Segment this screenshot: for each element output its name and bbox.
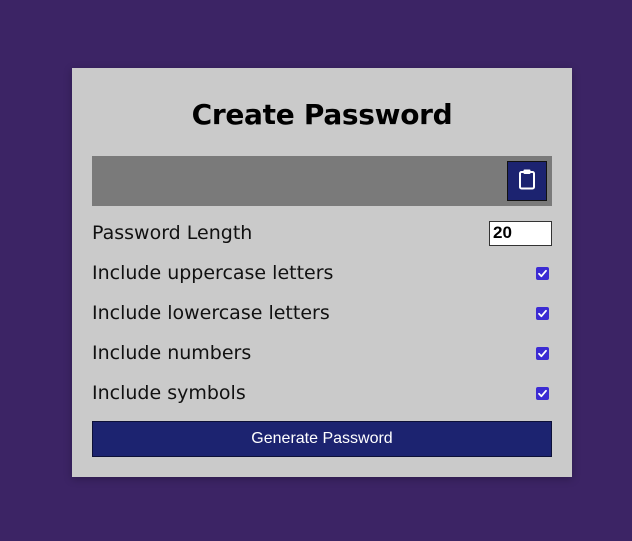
- password-result-display: [92, 156, 552, 206]
- setting-numbers: Include numbers: [92, 338, 552, 368]
- setting-symbols: Include symbols: [92, 378, 552, 408]
- password-length-input[interactable]: [489, 220, 552, 246]
- setting-password-length: Password Length: [92, 218, 552, 248]
- lowercase-checkbox[interactable]: [536, 304, 549, 323]
- checkmark-icon: [537, 264, 548, 283]
- symbols-label: Include symbols: [92, 382, 246, 404]
- lowercase-label: Include lowercase letters: [92, 302, 330, 324]
- setting-lowercase: Include lowercase letters: [92, 298, 552, 328]
- numbers-checkbox[interactable]: [536, 344, 549, 363]
- checkmark-icon: [537, 384, 548, 403]
- copy-to-clipboard-button[interactable]: [507, 161, 547, 201]
- numbers-label: Include numbers: [92, 342, 252, 364]
- checkmark-icon: [537, 304, 548, 323]
- password-generator-card: Create Password Password Length Include …: [72, 68, 572, 477]
- uppercase-label: Include uppercase letters: [92, 262, 334, 284]
- uppercase-checkbox[interactable]: [536, 264, 549, 283]
- setting-uppercase: Include uppercase letters: [92, 258, 552, 288]
- symbols-checkbox[interactable]: [536, 384, 549, 403]
- generate-password-button[interactable]: Generate Password: [92, 421, 552, 457]
- checkmark-icon: [537, 344, 548, 363]
- page-title: Create Password: [191, 98, 453, 131]
- clipboard-icon: [518, 168, 536, 194]
- password-length-label: Password Length: [92, 222, 253, 244]
